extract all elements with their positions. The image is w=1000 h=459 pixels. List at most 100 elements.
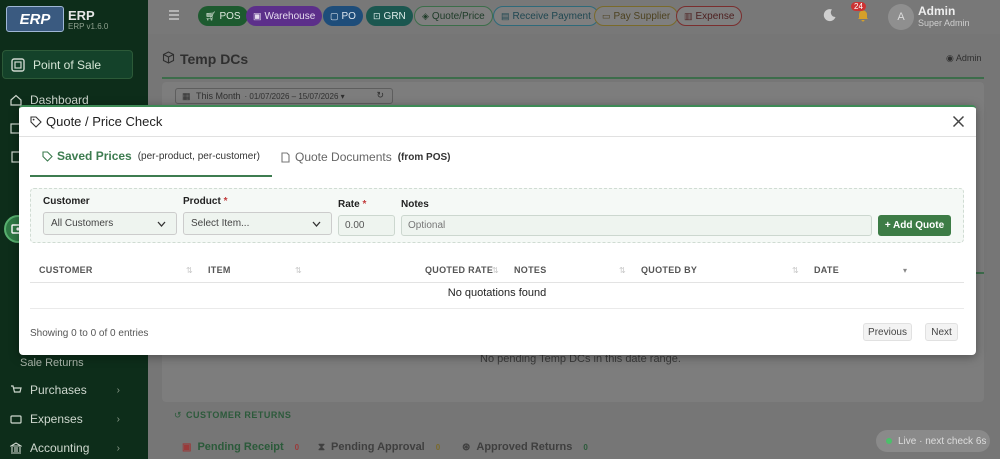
notes-label: Notes [401, 199, 429, 210]
quick-pos-button[interactable]: 🛒︎ POS [198, 6, 248, 26]
clipboard-icon: ▢ [330, 10, 339, 21]
table-info: Showing 0 to 0 of 0 entries [30, 328, 149, 339]
app-logo: ERP [6, 6, 64, 32]
divider [162, 77, 984, 79]
wallet-icon: ▭ [602, 10, 611, 21]
rate-input[interactable]: 0.00 [338, 215, 395, 236]
app-brand: ERP [68, 8, 95, 23]
live-status-pill: Live · next check 6s [876, 430, 990, 452]
tag-icon [42, 150, 53, 162]
menu-icon[interactable] [168, 9, 180, 21]
column-header-notes[interactable]: NOTES [514, 265, 547, 275]
cart-icon: 🛒︎ [205, 10, 217, 21]
customer-select[interactable]: All Customers [43, 212, 177, 235]
box-icon [162, 51, 175, 64]
chevron-down-icon [312, 221, 321, 227]
modal-header: Quote / Price Check [19, 107, 976, 137]
sidebar-item-label: Expenses [30, 412, 83, 426]
column-header-customer[interactable]: CUSTOMER [39, 265, 93, 275]
tab-approved-returns[interactable]: ⊛ Approved Returns 0 [462, 441, 591, 453]
next-page-button[interactable]: Next [925, 323, 958, 341]
tab-saved-prices[interactable]: Saved Prices (per-product, per-customer) [30, 137, 272, 177]
tag-icon [30, 116, 42, 128]
column-header-item[interactable]: ITEM [208, 265, 231, 275]
tab-hint: (per-product, per-customer) [137, 150, 260, 162]
user-role: Super Admin [918, 18, 970, 28]
close-icon[interactable] [952, 115, 965, 128]
date-range-filter[interactable]: ▦ This Month · 01/07/2026 – 15/07/2026 ▾… [175, 88, 393, 104]
breadcrumb: ◉ Admin [946, 53, 982, 63]
modal-title: Quote / Price Check [46, 114, 163, 129]
add-quote-button[interactable]: + Add Quote [878, 215, 951, 236]
sidebar-item-point-of-sale[interactable]: Point of Sale [2, 50, 133, 79]
chevron-down-icon [157, 221, 166, 227]
sidebar-item-label: Purchases [30, 383, 87, 397]
section-title: CUSTOMER RETURNS [186, 410, 292, 420]
live-dot-icon [886, 438, 892, 444]
sidebar-item-sale-returns[interactable]: Sale Returns [20, 357, 84, 369]
notification-count-badge: 24 [851, 2, 866, 11]
sidebar-pos-label: Point of Sale [33, 57, 102, 72]
cart-icon [11, 385, 22, 393]
sort-icon[interactable]: ⇅ [295, 266, 302, 275]
quick-expense-button[interactable]: ▥ Expense [676, 6, 743, 26]
notes-input[interactable]: Optional [401, 215, 872, 236]
home-icon [10, 94, 22, 106]
page-title: Temp DCs [180, 51, 249, 67]
tab-quote-documents[interactable]: Quote Documents (from POS) [280, 137, 451, 177]
count-badge: 0 [294, 442, 300, 452]
quote-price-check-modal: Quote / Price Check Saved Prices (per-pr… [19, 105, 976, 355]
quick-receive-payment-button[interactable]: ▤ Receive Payment [493, 6, 599, 26]
quick-warehouse-button[interactable]: ▣ Warehouse [246, 6, 323, 26]
tab-pending-approval[interactable]: ⧗ Pending Approval 0 [318, 441, 443, 453]
tab-label: Saved Prices [57, 149, 132, 163]
dark-mode-icon[interactable] [823, 8, 837, 22]
user-name[interactable]: Admin [918, 4, 955, 18]
sort-desc-icon[interactable]: ▾ [903, 266, 907, 275]
product-label: Product * [183, 196, 228, 207]
column-header-date[interactable]: DATE [814, 265, 839, 275]
sidebar-item-expenses[interactable]: Expenses › [10, 412, 138, 426]
quick-quote-price-button[interactable]: ◈ Quote/Price [414, 6, 493, 26]
sort-icon[interactable]: ⇅ [792, 266, 799, 275]
sidebar-item-accounting[interactable]: Accounting › [10, 441, 138, 455]
calendar-icon: ▦ [182, 91, 191, 101]
tab-label: Quote Documents [295, 150, 392, 164]
rate-label: Rate * [338, 199, 367, 210]
count-badge: 0 [435, 442, 441, 452]
quick-po-button[interactable]: ▢ PO [323, 6, 363, 26]
quotes-table-header: CUSTOMER ⇅ ITEM ⇅ QUOTED RATE ⇅ NOTES ⇅ … [30, 259, 964, 283]
previous-page-button[interactable]: Previous [863, 323, 912, 341]
quick-pay-supplier-button[interactable]: ▭ Pay Supplier [594, 6, 679, 26]
chevron-right-icon: › [116, 384, 120, 396]
table-empty-message: No quotations found [447, 287, 547, 299]
sort-icon[interactable]: ⇅ [186, 266, 193, 275]
sort-icon[interactable]: ⇅ [619, 266, 626, 275]
divider [30, 308, 964, 309]
avatar[interactable]: A [888, 4, 914, 30]
column-header-quoted-by[interactable]: QUOTED BY [641, 265, 697, 275]
box-icon: ▣ [253, 10, 262, 21]
check-circle-icon: ⊛ [462, 441, 471, 453]
quick-grn-button[interactable]: ⊡ GRN [366, 6, 413, 26]
sidebar-item-purchases[interactable]: Purchases › [10, 383, 138, 397]
tag-icon: ◈ [422, 10, 429, 21]
chevron-right-icon: › [116, 413, 120, 425]
sort-icon[interactable]: ⇅ [492, 266, 499, 275]
modal-tabs: Saved Prices (per-product, per-customer)… [30, 137, 976, 177]
product-select[interactable]: Select Item... [183, 212, 332, 235]
inbox-icon: ▣ [182, 441, 192, 453]
hourglass-icon: ⧗ [318, 441, 326, 453]
customer-label: Customer [43, 196, 90, 207]
count-badge: 0 [583, 442, 588, 452]
refresh-icon[interactable]: ↻ [376, 90, 384, 101]
chevron-right-icon: › [116, 442, 120, 454]
sidebar-item-label: Accounting [30, 441, 90, 455]
return-icon: ↺ [174, 410, 182, 420]
column-header-quoted-rate[interactable]: QUOTED RATE [425, 265, 493, 275]
tab-pending-receipt[interactable]: ▣ Pending Receipt 0 [182, 441, 302, 453]
pos-icon [11, 57, 25, 72]
bank-icon [10, 442, 22, 454]
inbox-icon: ⊡ [373, 10, 381, 21]
user-icon: ◉ [946, 53, 956, 63]
